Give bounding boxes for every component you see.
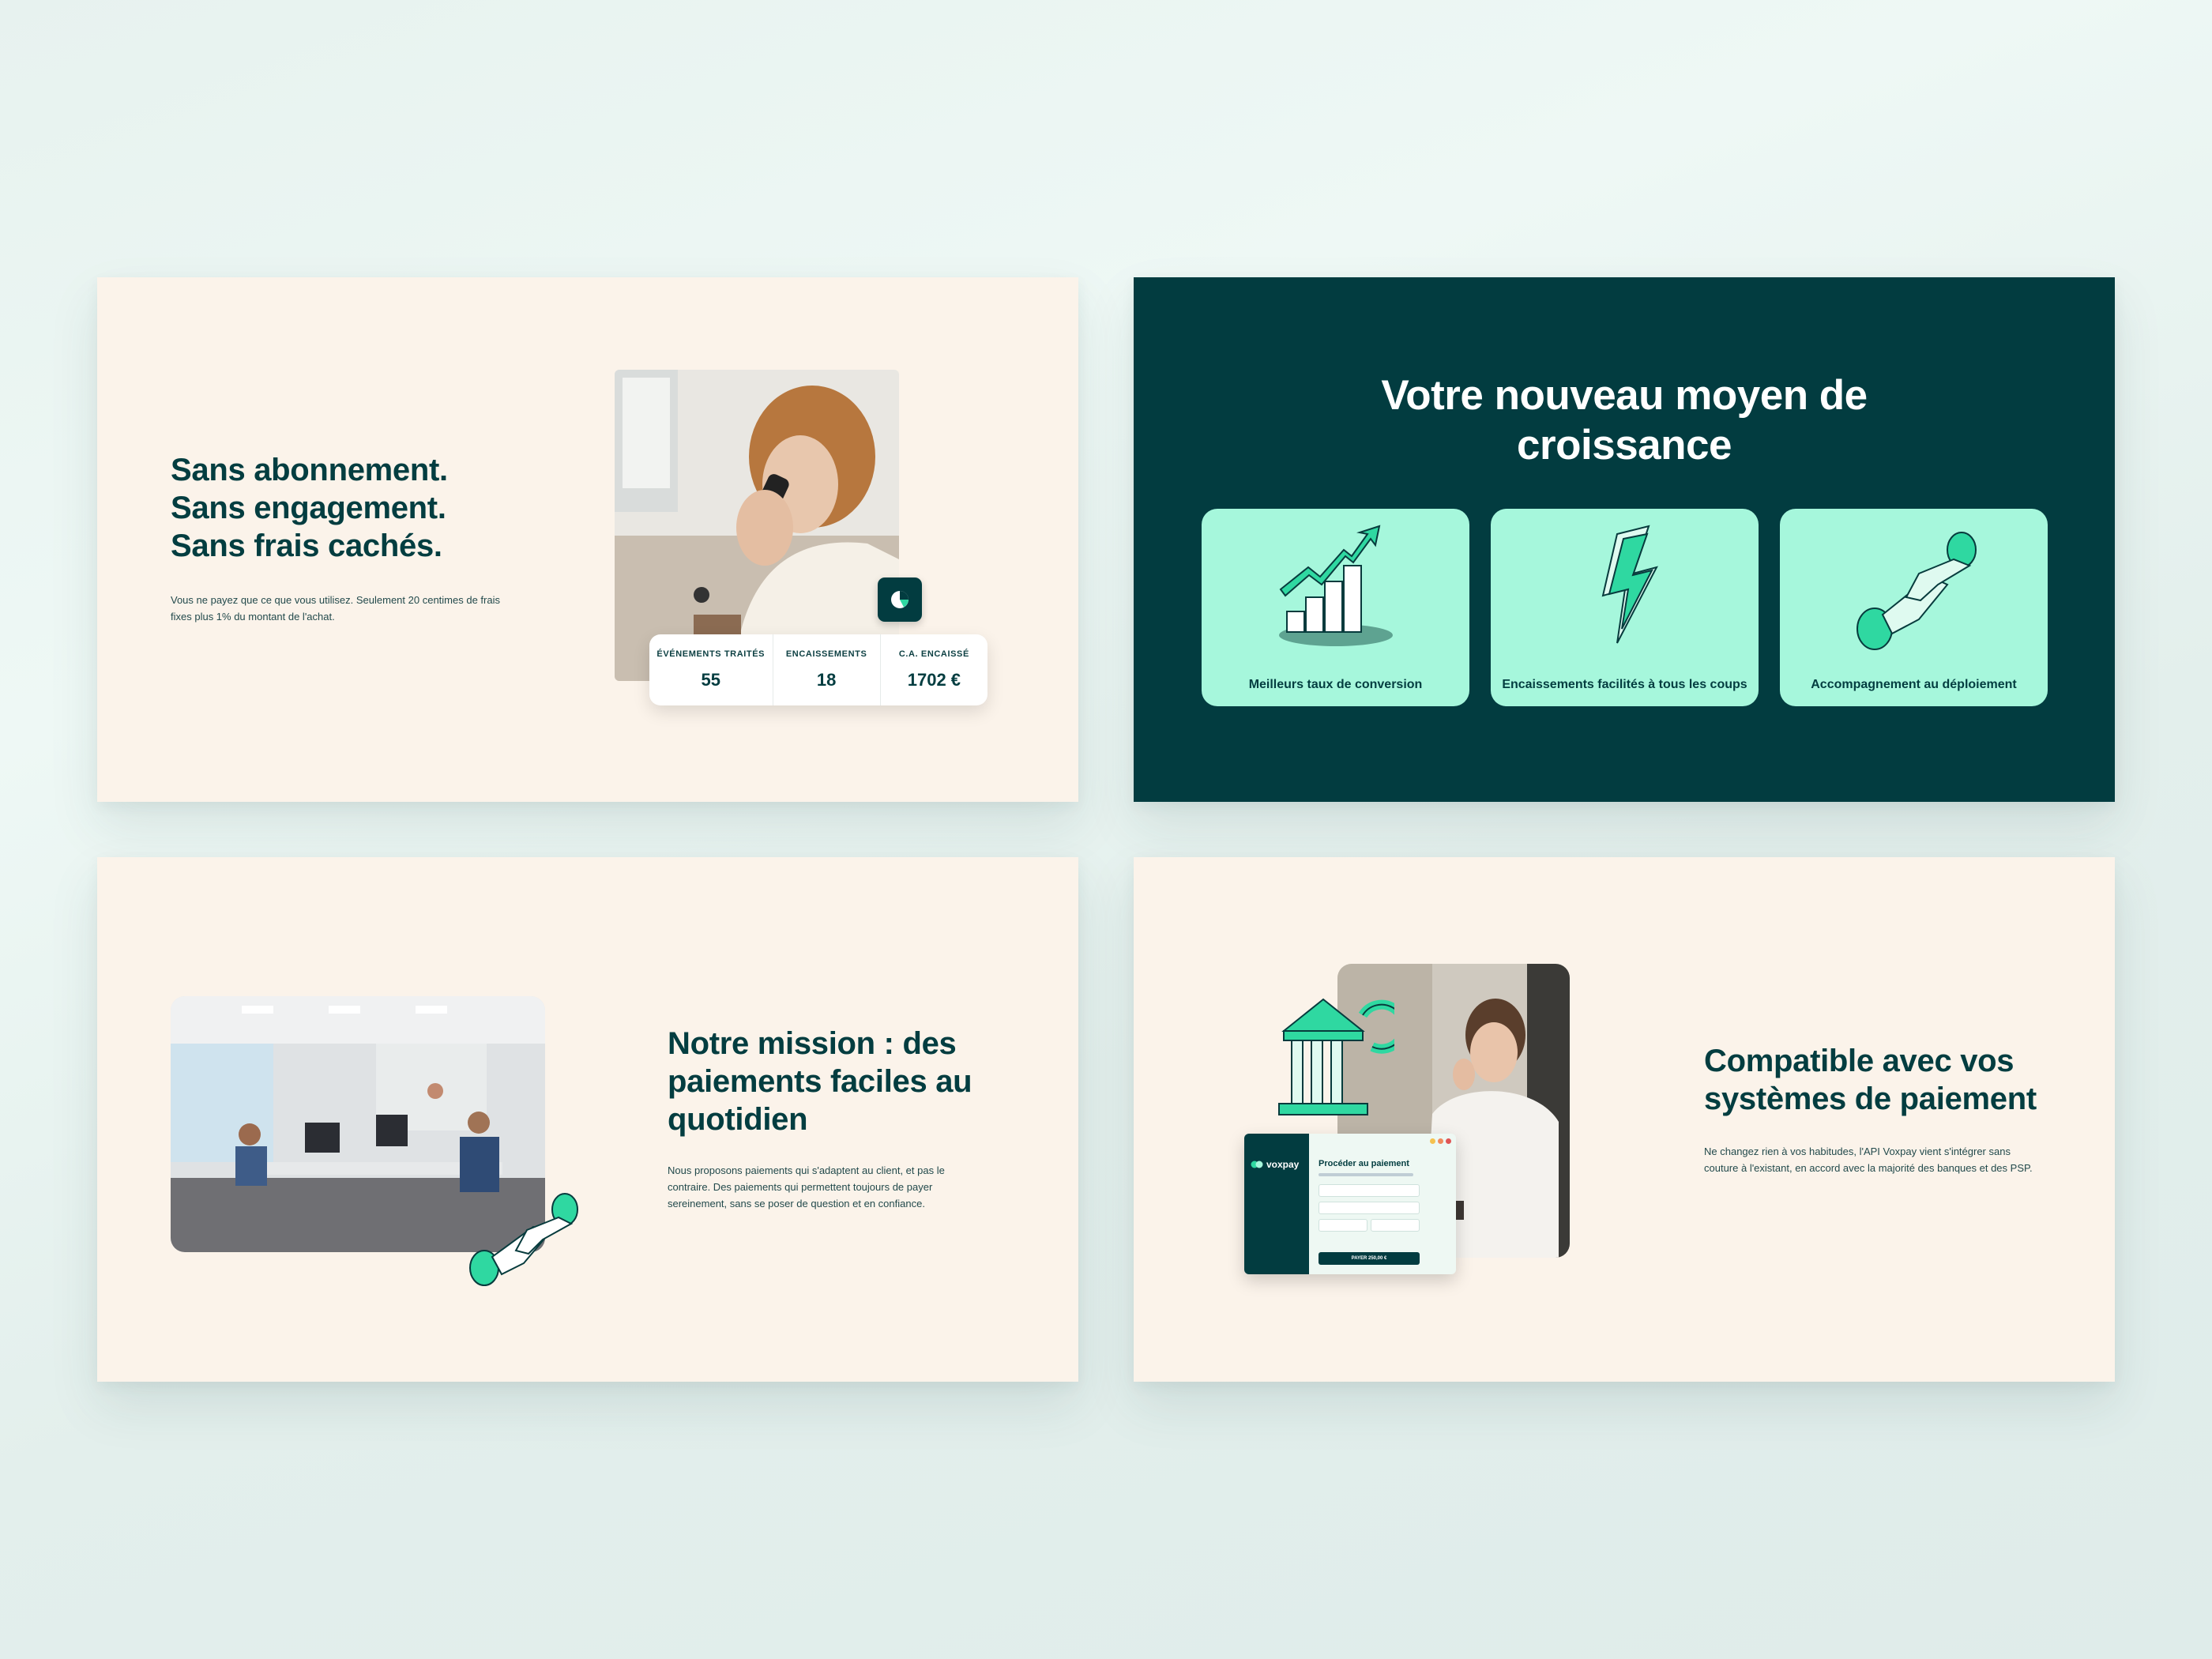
card-expiry-field[interactable] — [1319, 1219, 1367, 1232]
feature-label: Accompagnement au déploiement — [1811, 678, 2017, 691]
stat-value: 1702 € — [907, 670, 961, 690]
pie-chart-icon[interactable] — [878, 577, 922, 622]
stats-panel: ÉVÉNEMENTS TRAITÉS 55 ENCAISSEMENTS 18 C… — [649, 634, 988, 705]
handshake-icon — [469, 1193, 578, 1286]
slide-pricing: Sans abonnement. Sans engagement. Sans f… — [97, 277, 1078, 802]
stat-label: ÉVÉNEMENTS TRAITÉS — [656, 649, 766, 659]
stat-collections: ENCAISSEMENTS 18 — [772, 634, 880, 705]
stat-value: 18 — [816, 670, 837, 690]
feature-label: Encaissements facilités à tous les coups — [1502, 678, 1747, 691]
checkout-title: Procéder au paiement — [1319, 1159, 1409, 1168]
card-name-field[interactable] — [1319, 1184, 1420, 1197]
progress-bar — [1319, 1173, 1413, 1176]
stat-revenue: C.A. ENCAISSÉ 1702 € — [879, 634, 988, 705]
checkout-window: voxpay Procéder au paiement PAYER 250,00… — [1244, 1134, 1456, 1274]
feature-card-collections[interactable]: Encaissements facilités à tous les coups — [1491, 509, 1759, 706]
stat-label: ENCAISSEMENTS — [785, 649, 867, 659]
card-cvc-field[interactable] — [1371, 1219, 1420, 1232]
stat-value: 55 — [701, 670, 720, 690]
pricing-description: Vous ne payez que ce que vous utilisez. … — [171, 594, 500, 623]
stat-events: ÉVÉNEMENTS TRAITÉS 55 — [649, 634, 773, 705]
pricing-heading: Sans abonnement. Sans engagement. Sans f… — [171, 453, 448, 563]
voxpay-brand: voxpay — [1266, 1159, 1300, 1170]
checkout-sidebar: voxpay — [1244, 1134, 1309, 1274]
pay-button[interactable]: PAYER 250,00 € — [1319, 1252, 1420, 1265]
slide-growth: Votre nouveau moyen de croissance Meille… — [1134, 277, 2115, 802]
window-controls — [1430, 1138, 1451, 1144]
feature-card-support[interactable]: Accompagnement au déploiement — [1780, 509, 2048, 706]
compatibility-heading: Compatible avec vos systèmes de paiement — [1704, 1044, 2037, 1116]
lightning-icon — [1601, 525, 1658, 644]
mission-heading: Notre mission : des paiements faciles au… — [668, 1026, 972, 1137]
slide-compatibility: voxpay Procéder au paiement PAYER 250,00… — [1134, 857, 2115, 1382]
mission-description: Nous proposons paiements qui s'adaptent … — [668, 1164, 945, 1209]
slide-mission: Notre mission : des paiements faciles au… — [97, 857, 1078, 1382]
compatibility-description: Ne changez rien à vos habitudes, l'API V… — [1704, 1146, 2033, 1174]
bank-icon — [1278, 998, 1394, 1115]
card-number-field[interactable] — [1319, 1202, 1420, 1214]
feature-label: Meilleurs taux de conversion — [1248, 678, 1423, 691]
voxpay-logo: voxpay — [1251, 1159, 1299, 1170]
feature-card-conversion[interactable]: Meilleurs taux de conversion — [1202, 509, 1469, 706]
handshake-icon — [1856, 532, 1977, 650]
growth-heading: Votre nouveau moyen de croissance — [1381, 372, 1868, 468]
stat-label: C.A. ENCAISSÉ — [898, 649, 969, 659]
voxpay-logo-icon — [1251, 1161, 1263, 1168]
growth-chart-icon — [1279, 525, 1393, 646]
